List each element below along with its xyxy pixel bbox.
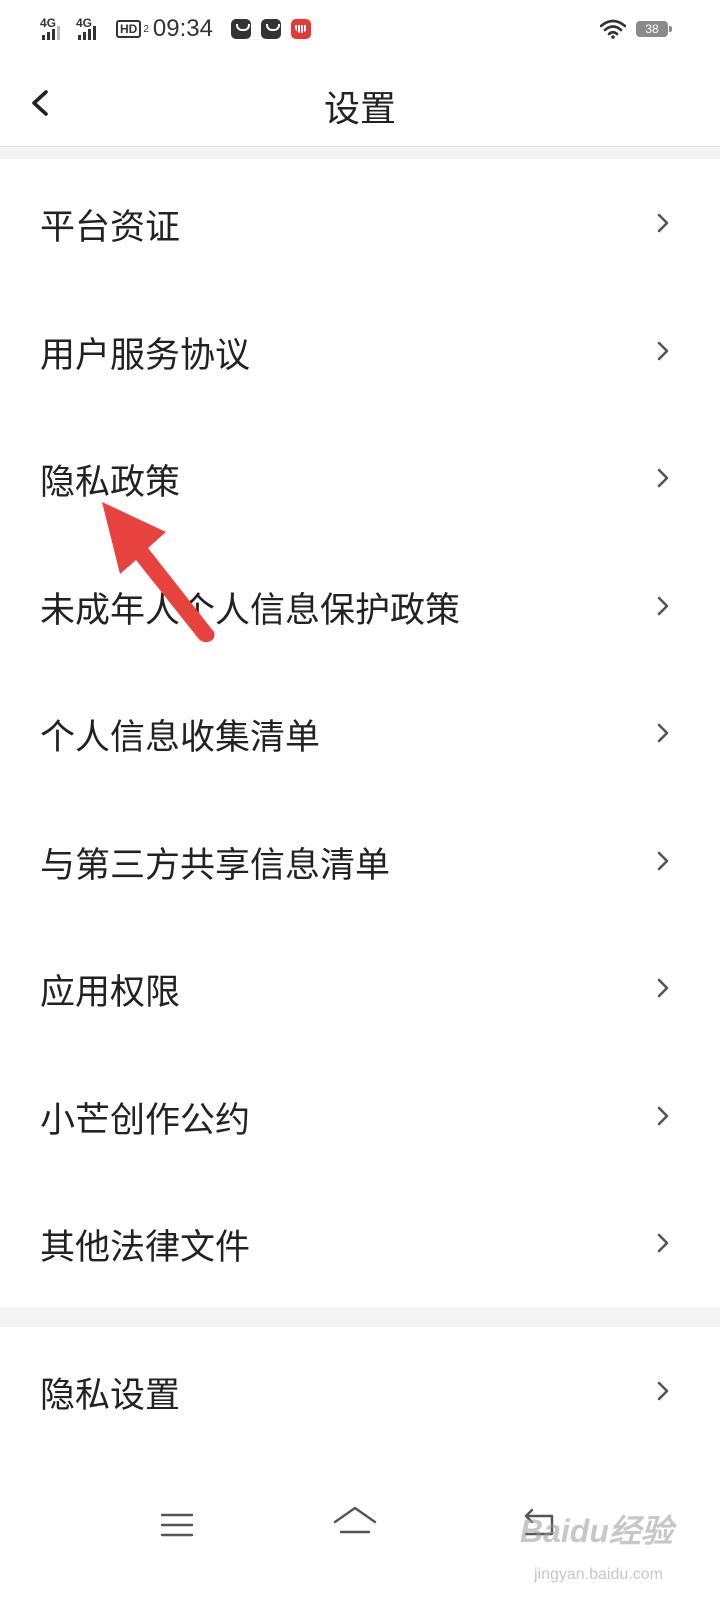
menu-item-label: 个人信息收集清单 xyxy=(40,718,321,758)
chevron-right-icon xyxy=(657,213,669,233)
menu-item-app-permissions[interactable]: 应用权限 xyxy=(0,924,720,1052)
watermark-url: jingyan.baidu.com xyxy=(534,1566,663,1583)
menu-item-label: 与第三方共享信息清单 xyxy=(40,846,391,886)
page-title: 设置 xyxy=(323,89,396,130)
signal-icon: 4G xyxy=(40,16,72,42)
menu-item-label: 用户服务协议 xyxy=(40,336,251,376)
mgtv-app-icon xyxy=(290,19,311,39)
section-divider xyxy=(0,1307,720,1327)
menu-item-creator-convention[interactable]: 小芒创作公约 xyxy=(0,1052,720,1180)
chevron-right-icon xyxy=(657,1381,669,1401)
settings-screen: 4G 4G HD 2 09:34 38 设置 平台资证 用户服务协议 隐私政策 … xyxy=(0,0,720,1600)
home-icon[interactable] xyxy=(332,1504,378,1540)
chevron-right-icon xyxy=(657,341,669,361)
taobao-icon xyxy=(230,19,251,39)
menu-item-label: 隐私设置 xyxy=(40,1376,181,1416)
status-bar-right: 38 xyxy=(600,16,672,42)
hd-voice-icon: HD xyxy=(116,20,142,38)
menu-item-third-party-sharing-list[interactable]: 与第三方共享信息清单 xyxy=(0,797,720,925)
signal-icon: 4G xyxy=(76,16,108,42)
menu-item-label: 平台资证 xyxy=(40,208,181,248)
menu-item-label: 小芒创作公约 xyxy=(40,1101,251,1141)
chevron-right-icon xyxy=(657,1233,669,1253)
clock: 09:34 xyxy=(152,15,213,42)
chevron-right-icon xyxy=(657,851,669,871)
menu-item-user-agreement[interactable]: 用户服务协议 xyxy=(0,287,720,415)
section-divider xyxy=(0,147,720,159)
menu-item-label: 应用权限 xyxy=(40,973,181,1013)
chevron-right-icon xyxy=(657,468,669,488)
status-bar-left: 4G 4G HD 2 09:34 xyxy=(40,14,321,44)
network-type-label: 4G xyxy=(40,16,57,30)
menu-item-label: 其他法律文件 xyxy=(40,1228,251,1268)
menu-icon[interactable] xyxy=(160,1510,194,1540)
watermark-logo: Baidu经验 xyxy=(520,1513,673,1549)
chevron-right-icon xyxy=(657,723,669,743)
menu-item-other-legal-docs[interactable]: 其他法律文件 xyxy=(0,1179,720,1307)
status-bar: 4G 4G HD 2 09:34 38 xyxy=(0,0,720,60)
menu-item-info-collection-list[interactable]: 个人信息收集清单 xyxy=(0,669,720,797)
annotation-arrow xyxy=(102,502,215,643)
menu-item-platform-license[interactable]: 平台资证 xyxy=(0,159,720,287)
network-type-label: 4G xyxy=(76,16,93,30)
menu-item-privacy-settings[interactable]: 隐私设置 xyxy=(0,1327,720,1455)
app-header: 设置 xyxy=(0,60,720,147)
hd-voice-sub: 2 xyxy=(143,23,149,35)
chevron-right-icon xyxy=(657,978,669,998)
wifi-icon xyxy=(600,19,626,39)
baidu-jingyan-watermark: Baidu经验 jingyan.baidu.com xyxy=(520,1482,710,1594)
chevron-right-icon xyxy=(657,596,669,616)
chevron-right-icon xyxy=(657,1106,669,1126)
battery-icon: 38 xyxy=(636,21,672,37)
taobao-icon xyxy=(260,19,281,39)
